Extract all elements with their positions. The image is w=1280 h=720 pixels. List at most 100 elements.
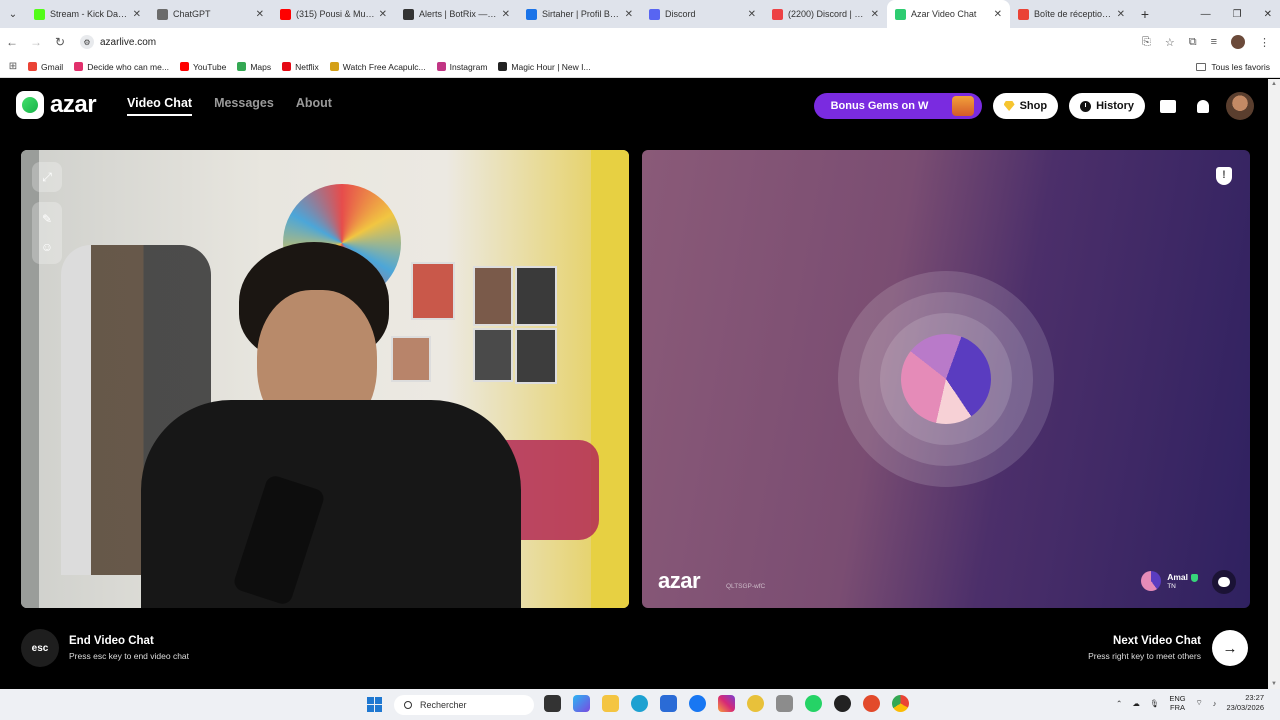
shop-label: Shop — [1019, 100, 1048, 112]
obs-icon[interactable] — [834, 695, 851, 712]
browser-tab[interactable]: Boîte de réception (3 ✕ — [1010, 0, 1133, 28]
browser-menu-icon[interactable]: ⋮ — [1259, 36, 1270, 49]
profile-avatar-icon[interactable] — [1231, 35, 1245, 49]
facebook-icon[interactable] — [689, 695, 706, 712]
tab-title: Stream - Kick Dashbo — [50, 9, 129, 19]
report-shield-icon[interactable]: ! — [1216, 167, 1232, 185]
close-tab-icon[interactable]: ✕ — [994, 9, 1002, 20]
task-view-icon[interactable] — [544, 695, 561, 712]
tab-favicon-icon — [649, 8, 660, 20]
matching-orb — [901, 334, 991, 424]
copilot-icon[interactable] — [573, 695, 590, 712]
azar-logo[interactable]: azar — [16, 91, 97, 119]
close-tab-icon[interactable]: ✕ — [133, 9, 141, 20]
forward-icon[interactable]: → — [24, 35, 48, 49]
close-tab-icon[interactable]: ✕ — [502, 9, 510, 20]
magic-wand-icon[interactable]: ✎ — [42, 212, 52, 226]
page-scrollbar[interactable]: ▲ ▼ — [1268, 79, 1280, 689]
start-button[interactable] — [367, 697, 382, 712]
notifications-button[interactable] — [1191, 94, 1215, 118]
file-explorer-icon[interactable] — [602, 695, 619, 712]
reload-icon[interactable]: ↻ — [48, 35, 72, 49]
bookmark-item[interactable]: Watch Free Acapulc... — [329, 62, 426, 72]
browser-tab[interactable]: ChatGPT ✕ — [149, 0, 272, 28]
folder-icon — [1196, 63, 1207, 71]
media-icon[interactable]: ≡ — [1211, 36, 1217, 48]
volume-icon[interactable]: ♪ — [1213, 699, 1217, 708]
shop-button[interactable]: Shop — [992, 93, 1059, 119]
close-tab-icon[interactable]: ✕ — [1117, 9, 1125, 20]
peer-info[interactable]: Amal TN — [1141, 568, 1198, 594]
bookmark-item[interactable]: Magic Hour | New I... — [498, 62, 591, 72]
whatsapp-icon[interactable] — [805, 695, 822, 712]
browser-tab-strip: ⌄ Stream - Kick Dashbo✕ChatGPT✕(315) Pou… — [0, 0, 1280, 28]
taskbar-clock[interactable]: 23:27 23/03/2026 — [1226, 693, 1264, 713]
browser-tab[interactable]: Azar Video Chat ✕ — [887, 0, 1010, 28]
instagram-icon[interactable] — [718, 695, 735, 712]
close-tab-icon[interactable]: ✕ — [256, 9, 264, 20]
scroll-down-icon[interactable]: ▼ — [1271, 681, 1277, 687]
edge-icon[interactable] — [631, 695, 648, 712]
restore-icon[interactable]: ❐ — [1233, 9, 1242, 20]
browser-tab[interactable]: (315) Pousi & Muslim ✕ — [272, 0, 395, 28]
browser-tab[interactable]: Sirtaher | Profil Bakch ✕ — [518, 0, 641, 28]
history-button[interactable]: History — [1069, 93, 1145, 119]
install-app-icon[interactable]: ⎘ — [1142, 36, 1151, 49]
close-tab-icon[interactable]: ✕ — [379, 9, 387, 20]
chrome-icon[interactable] — [892, 695, 909, 712]
bookmark-item[interactable]: YouTube — [179, 62, 226, 72]
expand-icon[interactable]: ⤢ — [32, 162, 62, 192]
next-chat-hint: Press right key to meet others — [1088, 651, 1201, 661]
chat-button[interactable] — [1212, 570, 1236, 594]
taskbar-search[interactable]: Rechercher — [394, 695, 534, 715]
extensions-icon[interactable]: ⧉ — [1189, 36, 1197, 49]
site-info-icon[interactable]: ⚙ — [80, 35, 94, 49]
bonus-gems-button[interactable]: Bonus Gems on W — [813, 93, 982, 119]
address-bar-row: ← → ↻ ⚙ azarlive.com ⎘ ☆ ⧉ ≡ ⋮ — [0, 28, 1280, 56]
url-field[interactable]: ⚙ azarlive.com — [80, 32, 1142, 52]
end-chat-button[interactable]: esc — [21, 629, 59, 667]
next-chat-button[interactable]: → — [1212, 630, 1248, 666]
taskbar: Rechercher ⌃ ☁ 🎙 ENG FRA ⌔ ♪ 23:27 23/03/2… — [0, 689, 1280, 720]
bookmark-item[interactable]: Gmail — [28, 62, 63, 72]
app-red-icon[interactable] — [863, 695, 880, 712]
bookmark-item[interactable]: Netflix — [282, 62, 319, 72]
tray-chevron-icon[interactable]: ⌃ — [1116, 699, 1122, 708]
scroll-up-icon[interactable]: ▲ — [1271, 81, 1277, 87]
minimize-icon[interactable]: — — [1201, 9, 1211, 20]
nav-messages[interactable]: Messages — [214, 96, 274, 116]
whatsapp-alt-icon[interactable] — [747, 695, 764, 712]
tab-search-icon[interactable]: ⌄ — [0, 0, 26, 28]
browser-tab[interactable]: Discord ✕ — [641, 0, 764, 28]
bookmark-star-icon[interactable]: ☆ — [1165, 36, 1175, 49]
bookmark-favicon-icon — [282, 62, 292, 71]
close-tab-icon[interactable]: ✕ — [625, 9, 633, 20]
browser-tab[interactable]: Alerts | BotRix — Cl ✕ — [395, 0, 518, 28]
close-tab-icon[interactable]: ✕ — [748, 9, 756, 20]
nav-video-chat[interactable]: Video Chat — [127, 96, 193, 116]
camera-icon[interactable] — [776, 695, 793, 712]
all-bookmarks-link[interactable]: Tous les favoris — [1196, 56, 1270, 78]
nav-about[interactable]: About — [296, 96, 332, 116]
chat-bubble-icon — [1218, 577, 1230, 587]
close-tab-icon[interactable]: ✕ — [871, 9, 879, 20]
browser-tab[interactable]: Stream - Kick Dashbo ✕ — [26, 0, 149, 28]
azar-page: azar Video Chat Messages About Bonus Gem… — [0, 79, 1268, 689]
browser-tab[interactable]: (2200) Discord | Frien ✕ — [764, 0, 887, 28]
bookmark-item[interactable]: Maps — [237, 62, 271, 72]
store-icon[interactable] — [660, 695, 677, 712]
new-tab-button[interactable]: + — [1133, 6, 1157, 22]
bookmark-item[interactable]: Decide who can me... — [74, 62, 169, 72]
language-switcher[interactable]: ENG FRA — [1169, 694, 1185, 712]
network-icon[interactable]: ☁ — [1132, 699, 1140, 708]
user-avatar[interactable] — [1226, 92, 1254, 120]
wifi-icon[interactable]: ⌔ — [1196, 698, 1203, 708]
mic-icon[interactable]: 🎙 — [1150, 699, 1160, 708]
bookmark-item[interactable]: Instagram — [436, 62, 487, 72]
tab-favicon-icon — [1018, 8, 1029, 20]
back-icon[interactable]: ← — [0, 35, 24, 49]
close-window-icon[interactable]: ✕ — [1264, 9, 1272, 20]
apps-grid-icon[interactable]: ⊞ — [0, 61, 26, 72]
inbox-button[interactable] — [1156, 94, 1180, 118]
sticker-icon[interactable]: ☺ — [41, 240, 53, 254]
